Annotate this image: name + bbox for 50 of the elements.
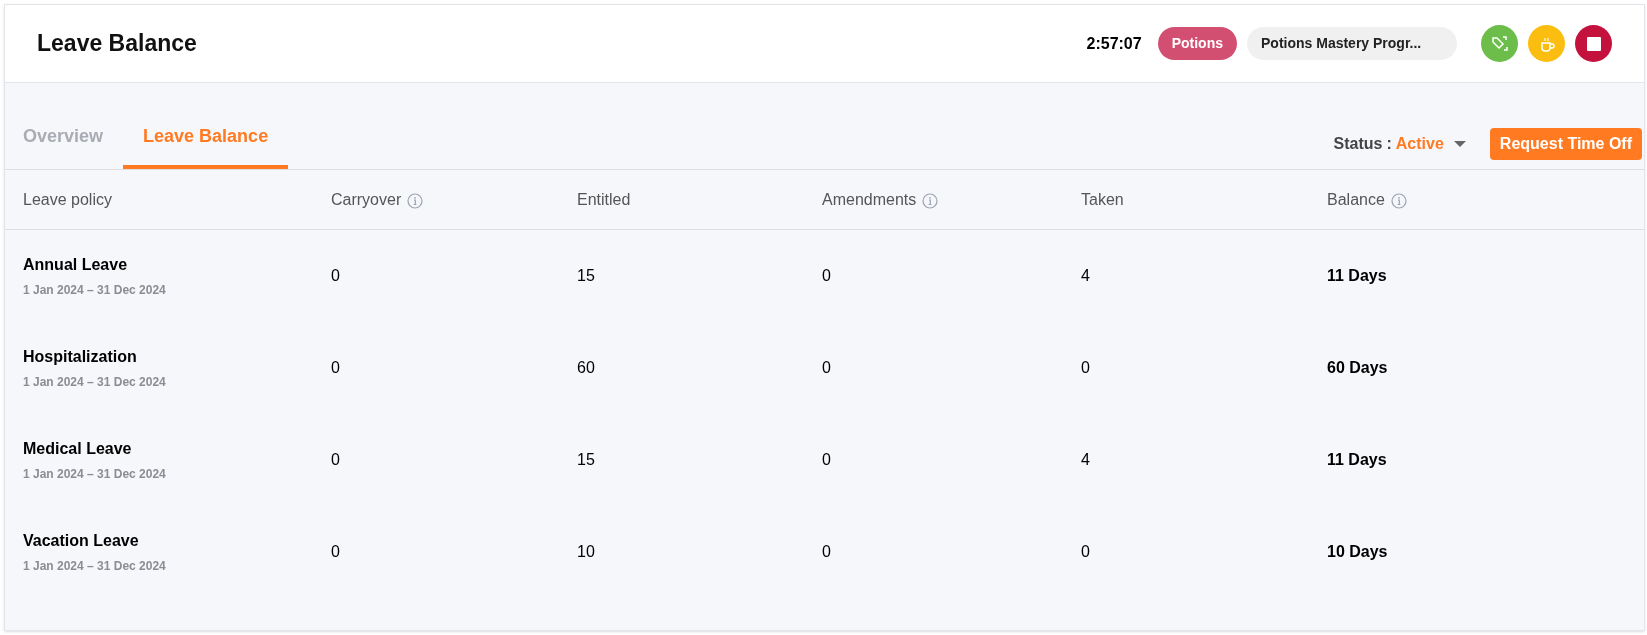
policy-name: Hospitalization xyxy=(23,347,138,367)
swap-tag-icon xyxy=(1490,34,1509,53)
column-header: Leave policy xyxy=(23,189,112,210)
table-cell: 4 xyxy=(1081,267,1090,284)
status-label: Status xyxy=(1333,134,1383,154)
table-cell: 15 xyxy=(577,451,595,468)
timer: 2:57:07 xyxy=(1086,33,1142,54)
table-cell: 0 xyxy=(1081,543,1090,560)
page-title: Leave Balance xyxy=(37,29,197,59)
policy-name: Vacation Leave xyxy=(23,531,140,551)
balance-cell: 60 Days xyxy=(1327,359,1388,376)
table-cell: 0 xyxy=(331,543,340,560)
policy-name: Annual Leave xyxy=(23,255,129,275)
table-cell: 0 xyxy=(822,267,831,284)
stop-button[interactable] xyxy=(1575,25,1612,62)
policy-period: 1 Jan 2024 – 31 Dec 2024 xyxy=(23,282,167,299)
policy-period: 1 Jan 2024 – 31 Dec 2024 xyxy=(23,558,167,575)
column-header: Balance xyxy=(1327,189,1385,210)
balance-cell: 11 Days xyxy=(1327,267,1387,284)
policy-period: 1 Jan 2024 – 31 Dec 2024 xyxy=(23,374,167,391)
table-cell: 0 xyxy=(331,359,340,376)
table-cell: 0 xyxy=(822,451,831,468)
tab[interactable]: Leave Balance xyxy=(123,107,289,169)
request-time-off-button[interactable]: Request Time Off xyxy=(1489,128,1642,160)
balance-cell: 10 Days xyxy=(1327,543,1388,560)
table-cell: 0 xyxy=(331,451,340,468)
caret-icon xyxy=(1453,140,1466,148)
column-header: Taken xyxy=(1081,189,1124,210)
status-dropdown[interactable]: Active xyxy=(1395,132,1466,156)
table-cell: 0 xyxy=(822,359,831,376)
table-cell: 15 xyxy=(577,267,595,284)
column-header: Amendments xyxy=(822,189,917,210)
policy-period: 1 Jan 2024 – 31 Dec 2024 xyxy=(23,466,167,483)
subject-tag: Potions xyxy=(1157,27,1237,60)
policy-name: Medical Leave xyxy=(23,439,133,459)
table-cell: 0 xyxy=(1081,359,1090,376)
column-header: Entitled xyxy=(577,189,631,210)
program-chip: Potions Mastery Progr... xyxy=(1247,27,1457,60)
status-separator: : xyxy=(1386,134,1392,154)
break-button[interactable] xyxy=(1528,25,1565,62)
tab[interactable]: Overview xyxy=(5,107,124,169)
table-cell: 0 xyxy=(822,543,831,560)
switch-button[interactable] xyxy=(1481,25,1518,62)
table-cell: 0 xyxy=(331,267,340,284)
table-cell: 10 xyxy=(577,543,595,560)
table-cell: 60 xyxy=(577,359,595,376)
stop-icon xyxy=(1586,36,1601,51)
table-cell: 4 xyxy=(1081,451,1090,468)
balance-cell: 11 Days xyxy=(1327,451,1387,468)
column-header: Carryover xyxy=(331,189,402,210)
